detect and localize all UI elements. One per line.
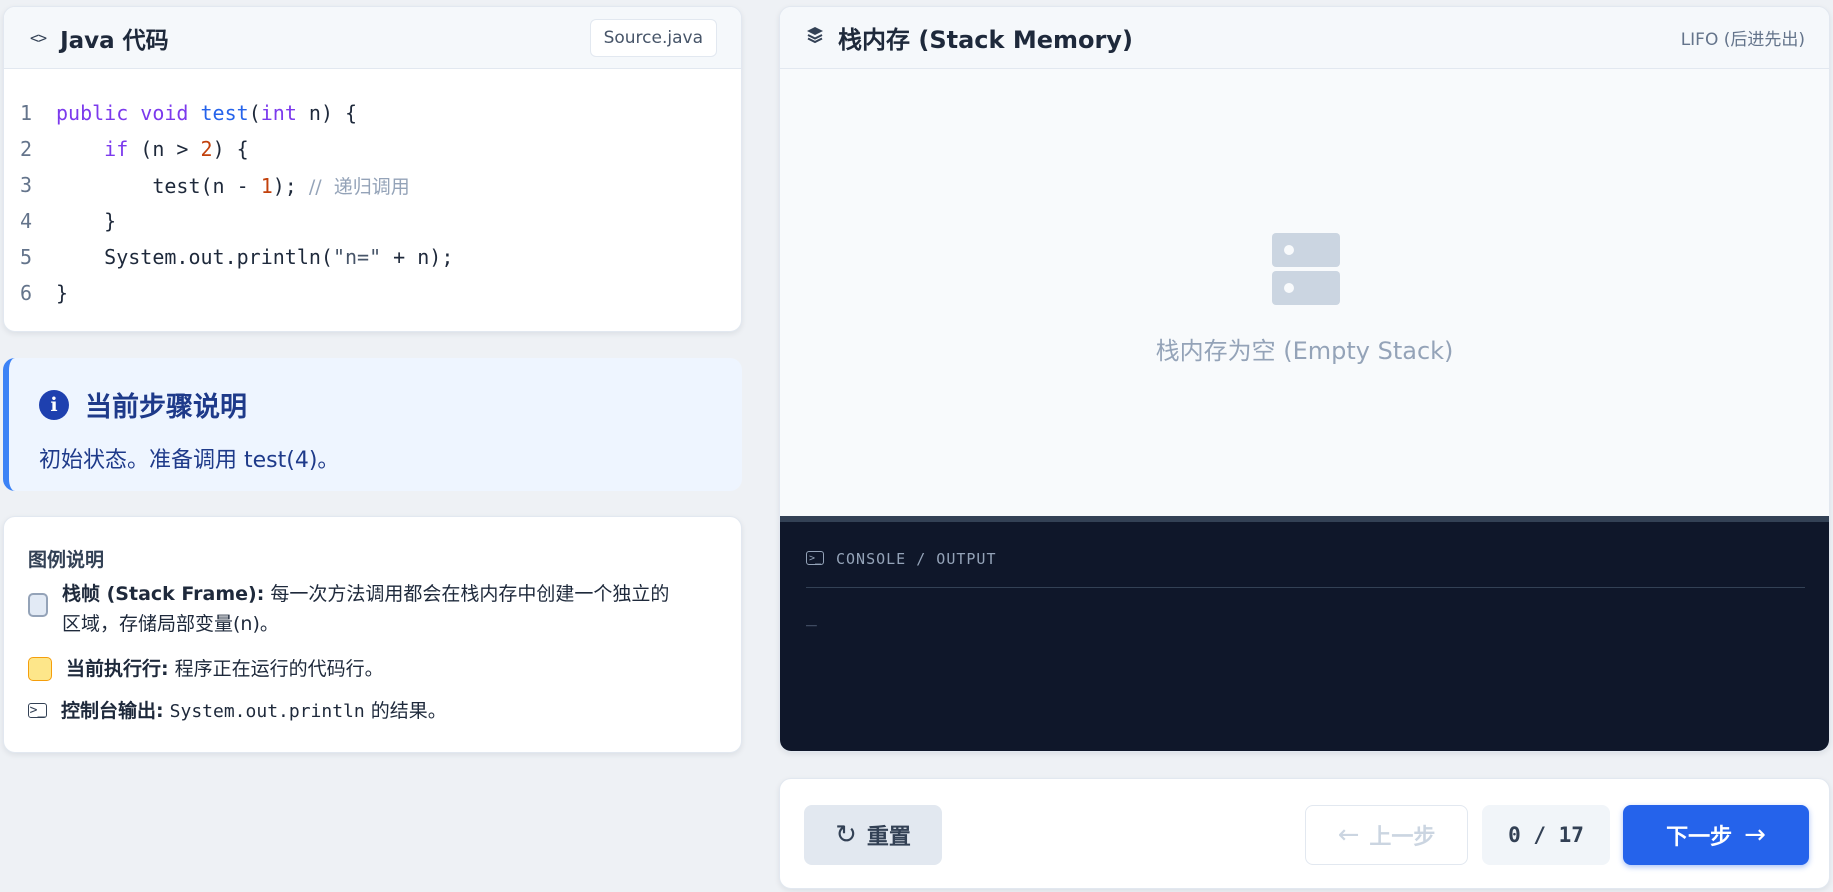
code-line-3: 3 test(n - 1); // 递归调用 — [4, 167, 741, 203]
code-panel-title: Java 代码 — [60, 27, 169, 54]
step-header: i 当前步骤说明 — [39, 385, 247, 424]
code-text-4: } — [56, 209, 117, 233]
code-line-4: 4 } — [4, 203, 741, 239]
terminal-icon: >_ — [806, 551, 824, 565]
legend-text: 每一次方法调用都会在栈内存中创建一个独立的 — [270, 583, 670, 605]
code-text-6: } — [56, 281, 69, 305]
next-step-button[interactable]: 下一步 → — [1623, 805, 1809, 865]
reset-label: 重置 — [866, 825, 911, 850]
code-panel-header: <> Java 代码 Source.java — [4, 7, 741, 69]
reset-button[interactable]: ↻ 重置 — [804, 805, 942, 865]
stack-panel-title: 栈内存 (Stack Memory) — [838, 26, 1133, 54]
stack-panel-header: 栈内存 (Stack Memory) LIFO (后进先出) — [780, 7, 1829, 69]
current-line-swatch — [28, 657, 52, 681]
line-number: 1 — [19, 101, 32, 125]
step-description-panel: i 当前步骤说明 初始状态。准备调用 test(4)。 — [3, 358, 742, 491]
prev-step-button[interactable]: ← 上一步 — [1305, 805, 1468, 865]
console-header: >_ CONSOLE / OUTPUT — [806, 550, 1805, 588]
lifo-badge: LIFO (后进先出) — [1680, 30, 1805, 50]
stack-memory-panel: 栈内存 (Stack Memory) LIFO (后进先出) 栈内存为空 (Em… — [779, 6, 1830, 752]
code-icon: <> — [30, 28, 47, 47]
legend-text-cont: 区域，存储局部变量(n)。 — [62, 613, 279, 635]
console-output-panel: >_ CONSOLE / OUTPUT _ — [780, 516, 1829, 751]
info-icon: i — [39, 389, 69, 420]
console-cursor: _ — [806, 606, 817, 627]
legend-panel: 图例说明 栈帧 (Stack Frame): 每一次方法调用都会在栈内存中创建一… — [3, 516, 742, 753]
step-title: 当前步骤说明 — [85, 392, 247, 423]
code-text-3: test(n - 1); // 递归调用 — [56, 173, 410, 198]
next-label: 下一步 — [1666, 825, 1733, 850]
legend-text: 的结果。 — [370, 700, 447, 722]
arrow-right-icon: → — [1744, 820, 1766, 850]
legend-item-stack-frame: 栈帧 (Stack Frame): 每一次方法调用都会在栈内存中创建一个独立的 … — [28, 579, 669, 639]
line-number: 5 — [19, 245, 32, 269]
code-line-5: 5 System.out.println("n=" + n); — [4, 239, 741, 275]
reset-icon: ↻ — [835, 820, 857, 850]
controls-bar: ↻ 重置 ← 上一步 0 / 17 下一步 → — [779, 778, 1830, 889]
code-text-1: public void test(int n) { — [56, 101, 358, 125]
code-text-2: if (n > 2) { — [104, 137, 249, 161]
code-line-6: 6 } — [4, 275, 741, 311]
legend-item-console: >_ 控制台输出: System.out.println 的结果。 — [28, 696, 447, 727]
legend-text: 程序正在运行的代码行。 — [174, 658, 384, 680]
prev-label: 上一步 — [1369, 825, 1436, 850]
legend-item-current-line: 当前执行行: 程序正在运行的代码行。 — [28, 654, 384, 684]
line-number: 6 — [19, 281, 32, 305]
code-text-5: System.out.println("n=" + n); — [56, 245, 454, 269]
legend-label: 控制台输出: — [61, 700, 164, 722]
line-number: 4 — [19, 209, 32, 233]
console-title: CONSOLE / OUTPUT — [836, 550, 997, 568]
legend-code: System.out.println — [169, 701, 365, 722]
stack-frame-swatch — [28, 593, 48, 617]
stack-area: 栈内存为空 (Empty Stack) — [780, 69, 1829, 516]
step-description: 初始状态。准备调用 test(4)。 — [39, 448, 340, 473]
empty-stack-message: 栈内存为空 (Empty Stack) — [1155, 337, 1454, 365]
step-counter: 0 / 17 — [1482, 805, 1610, 865]
arrow-left-icon: ← — [1337, 820, 1360, 850]
line-number: 2 — [19, 137, 32, 161]
code-line-2: 2 if (n > 2) { — [4, 131, 741, 167]
legend-label: 栈帧 (Stack Frame): — [62, 583, 265, 605]
code-line-1: 1 public void test(int n) { — [4, 95, 741, 131]
code-listing: 1 public void test(int n) { 2 if (n > 2)… — [4, 69, 741, 311]
file-name-badge: Source.java — [589, 18, 717, 57]
legend-title: 图例说明 — [28, 549, 105, 571]
terminal-icon: >_ — [28, 702, 47, 718]
code-panel: <> Java 代码 Source.java 1 public void tes… — [3, 6, 742, 332]
line-number: 3 — [19, 173, 32, 197]
layers-icon — [806, 26, 824, 49]
legend-label: 当前执行行: — [66, 658, 169, 680]
server-icon — [1272, 233, 1340, 305]
